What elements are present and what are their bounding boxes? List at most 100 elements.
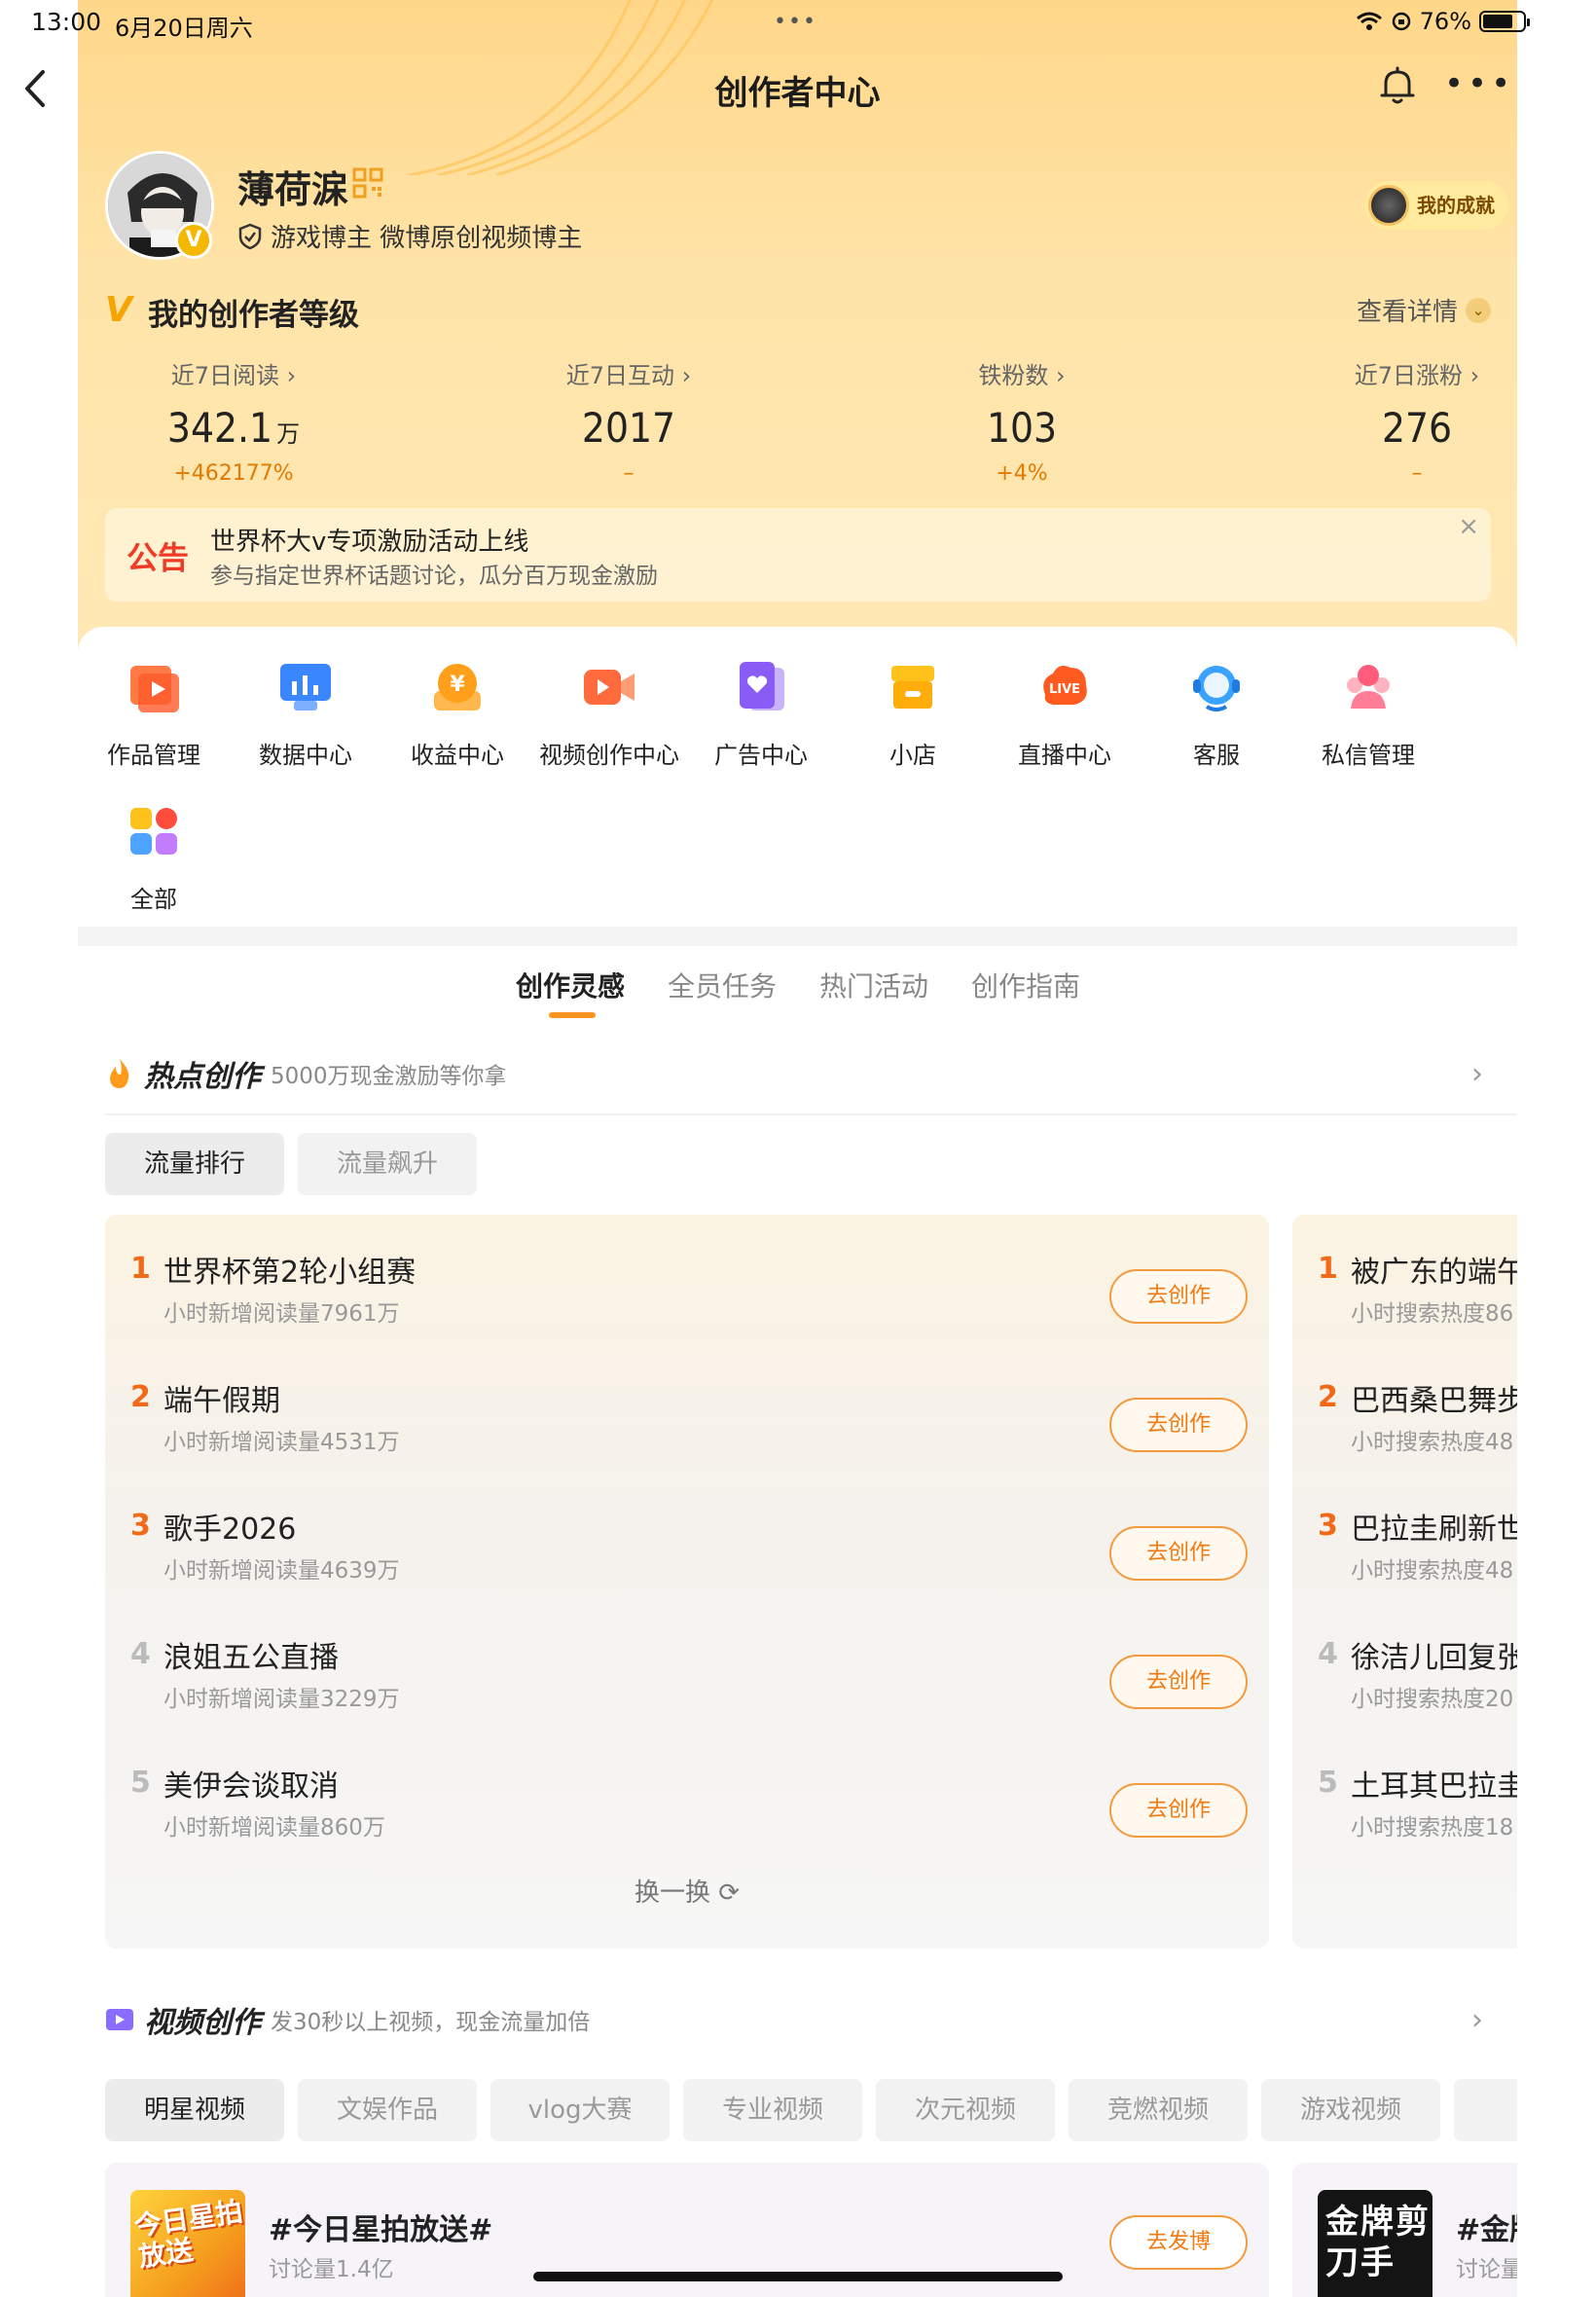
chip-professional[interactable]: 专业视频 [683,2079,862,2141]
tool-label: 直播中心 [1018,742,1111,769]
list-item[interactable]: 5 美伊会谈取消 小时新增阅读量860万 去创作 [105,1744,1269,1873]
list-item[interactable]: 1 世界杯第2轮小组赛 小时新增阅读量7961万 去创作 [105,1230,1269,1359]
rank-number: 2 [130,1380,151,1414]
video-topic-card[interactable]: 金牌剪刀手 #金牌 讨论量 [1292,2163,1517,2297]
refresh-button[interactable]: 换一换 ⟳ [105,1873,1269,1909]
rank-number: 1 [130,1252,151,1286]
tab-hot-events[interactable]: 热门活动 [819,966,928,1004]
tool-video-creation-center[interactable]: 视频创作中心 [533,658,685,770]
item-subtitle: 小时搜索热度48 [1351,1558,1514,1584]
list-item[interactable]: 4 徐洁儿回复张 小时搜索热度20 [1292,1616,1517,1744]
tab-inspiration[interactable]: 创作灵感 [516,966,625,1004]
stat-delta: +462177% [173,461,294,486]
video-camera-icon [584,670,635,705]
tool-revenue-center[interactable]: ¥ 收益中心 [381,658,533,770]
profile-tags[interactable]: 游戏博主 微博原创视频博主 [237,218,582,254]
stat-label: 近7日互动 › [565,362,692,389]
thumbnail-text: 今日星拍放送 [131,2195,245,2274]
chip-more[interactable]: 幽 [1454,2079,1517,2141]
close-icon[interactable]: × [1458,512,1479,541]
list-item[interactable]: 1 被广东的端午 小时搜索热度86 [1292,1230,1517,1359]
achievement-button[interactable]: 我的成就 [1364,181,1508,230]
stat-label: 近7日阅读 › [170,362,297,389]
tool-data-center[interactable]: 数据中心 [230,658,381,770]
chip-esports[interactable]: 竞燃视频 [1069,2079,1248,2141]
video-creation-title: 视频创作 [144,2006,261,2040]
hot-filter-chips: 流量排行 流量飙升 [105,1133,477,1195]
home-indicator[interactable] [533,2272,1063,2281]
create-button[interactable]: 去创作 [1109,1269,1248,1324]
back-arrow-icon[interactable] [18,64,56,113]
wifi-icon [1356,12,1382,30]
list-item[interactable]: 2 巴西桑巴舞步 小时搜索热度48 [1292,1359,1517,1487]
create-button[interactable]: 去创作 [1109,1398,1248,1452]
view-details-label: 查看详情 [1357,298,1459,327]
video-creation-header[interactable]: 视频创作 发30秒以上视频，现金流量加倍 [105,1995,590,2044]
tool-customer-service[interactable]: 客服 [1141,658,1292,770]
stat-loyal-fans[interactable]: 铁粉数 › 103 +4% [895,356,1148,486]
create-button[interactable]: 去创作 [1109,1526,1248,1581]
tab-guide[interactable]: 创作指南 [971,966,1080,1004]
stat-label: 近7日涨粉 › [1354,362,1480,389]
bell-icon[interactable] [1378,64,1417,107]
list-item[interactable]: 5 土耳其巴拉圭 小时搜索热度18 [1292,1744,1517,1873]
list-item[interactable]: 2 端午假期 小时新增阅读量4531万 去创作 [105,1359,1269,1487]
create-button[interactable]: 去创作 [1109,1783,1248,1838]
rank-number: 4 [130,1637,151,1671]
list-item[interactable]: 3 巴拉圭刷新世 小时搜索热度48 [1292,1487,1517,1616]
tool-shop[interactable]: 小店 [837,658,989,770]
stat-new-fans[interactable]: 近7日涨粉 › 276 – [1290,356,1517,486]
item-title: 徐洁儿回复张 [1351,1641,1517,1675]
tool-live-center[interactable]: LIVE 直播中心 [989,658,1141,770]
stat-reads[interactable]: 近7日阅读 › 342.1 万 +462177% [107,356,360,486]
rank-number: 5 [1318,1766,1338,1800]
qr-code-icon[interactable] [352,167,383,199]
user-name: 薄荷淭 [237,168,349,211]
tool-label: 全部 [130,886,177,913]
chip-star-video[interactable]: 明星视频 [105,2079,284,2141]
stat-number: 103 [986,404,1058,452]
item-title: 被广东的端午 [1351,1256,1517,1290]
stat-value: 276 [1290,404,1517,452]
tool-works-management[interactable]: 作品管理 [78,658,230,770]
chip-traffic-rising[interactable]: 流量飙升 [298,1133,477,1195]
post-button[interactable]: 去发博 [1109,2215,1248,2270]
rank-number: 3 [130,1509,151,1543]
list-item[interactable]: 3 歌手2026 小时新增阅读量4639万 去创作 [105,1487,1269,1616]
tool-message-management[interactable]: 私信管理 [1292,658,1444,770]
hot-creation-subtitle: 5000万现金激励等你拿 [271,1064,507,1089]
create-button[interactable]: 去创作 [1109,1655,1248,1709]
announcement-banner[interactable]: 公告 世界杯大v专项激励活动上线 参与指定世界杯话题讨论，瓜分百万现金激励 × [105,508,1491,602]
more-menu-icon[interactable]: ••• [1444,67,1514,100]
list-item[interactable]: 4 浪姐五公直播 小时新增阅读量3229万 去创作 [105,1616,1269,1744]
hot-creation-header[interactable]: 热点创作 5000万现金激励等你拿 [105,1049,507,1098]
chevron-right-icon[interactable]: › [1471,1057,1483,1091]
flame-icon [110,1059,129,1088]
tool-ad-center[interactable]: 广告中心 [685,658,837,770]
chip-anime[interactable]: 次元视频 [876,2079,1055,2141]
chip-entertainment[interactable]: 文娱作品 [298,2079,477,2141]
tab-tasks[interactable]: 全员任务 [668,966,777,1004]
tool-label: 小店 [889,742,936,769]
stat-value: 342.1 万 [107,404,360,452]
chevron-right-icon[interactable]: › [1471,2003,1483,2037]
chip-vlog[interactable]: vlog大赛 [490,2079,670,2141]
chip-game[interactable]: 游戏视频 [1261,2079,1440,2141]
item-title: 端午假期 [163,1384,280,1418]
multitask-dots-icon[interactable]: ••• [774,10,817,34]
creator-level-title: 我的创作者等级 [148,298,359,333]
battery-level [1483,15,1513,28]
chip-traffic-rank[interactable]: 流量排行 [105,1133,284,1195]
tool-all[interactable]: 全部 [78,802,230,914]
status-date: 6月20日周六 [115,15,253,42]
thumbnail-text: 金牌剪刀手 [1325,2203,1431,2282]
stat-number: 2017 [581,404,676,452]
topic-discussion-count: 讨论量1.4亿 [269,2257,394,2282]
tool-label: 作品管理 [107,742,200,769]
topic-thumbnail: 金牌剪刀手 [1318,2190,1433,2297]
view-details-link[interactable]: 查看详情 ⌄ [1357,292,1492,328]
announcement-tag: 公告 [127,539,190,576]
stat-interactions[interactable]: 近7日互动 › 2017 – [502,356,755,486]
topic-discussion-count: 讨论量 [1456,2257,1517,2282]
battery-percent: 76% [1419,8,1471,35]
